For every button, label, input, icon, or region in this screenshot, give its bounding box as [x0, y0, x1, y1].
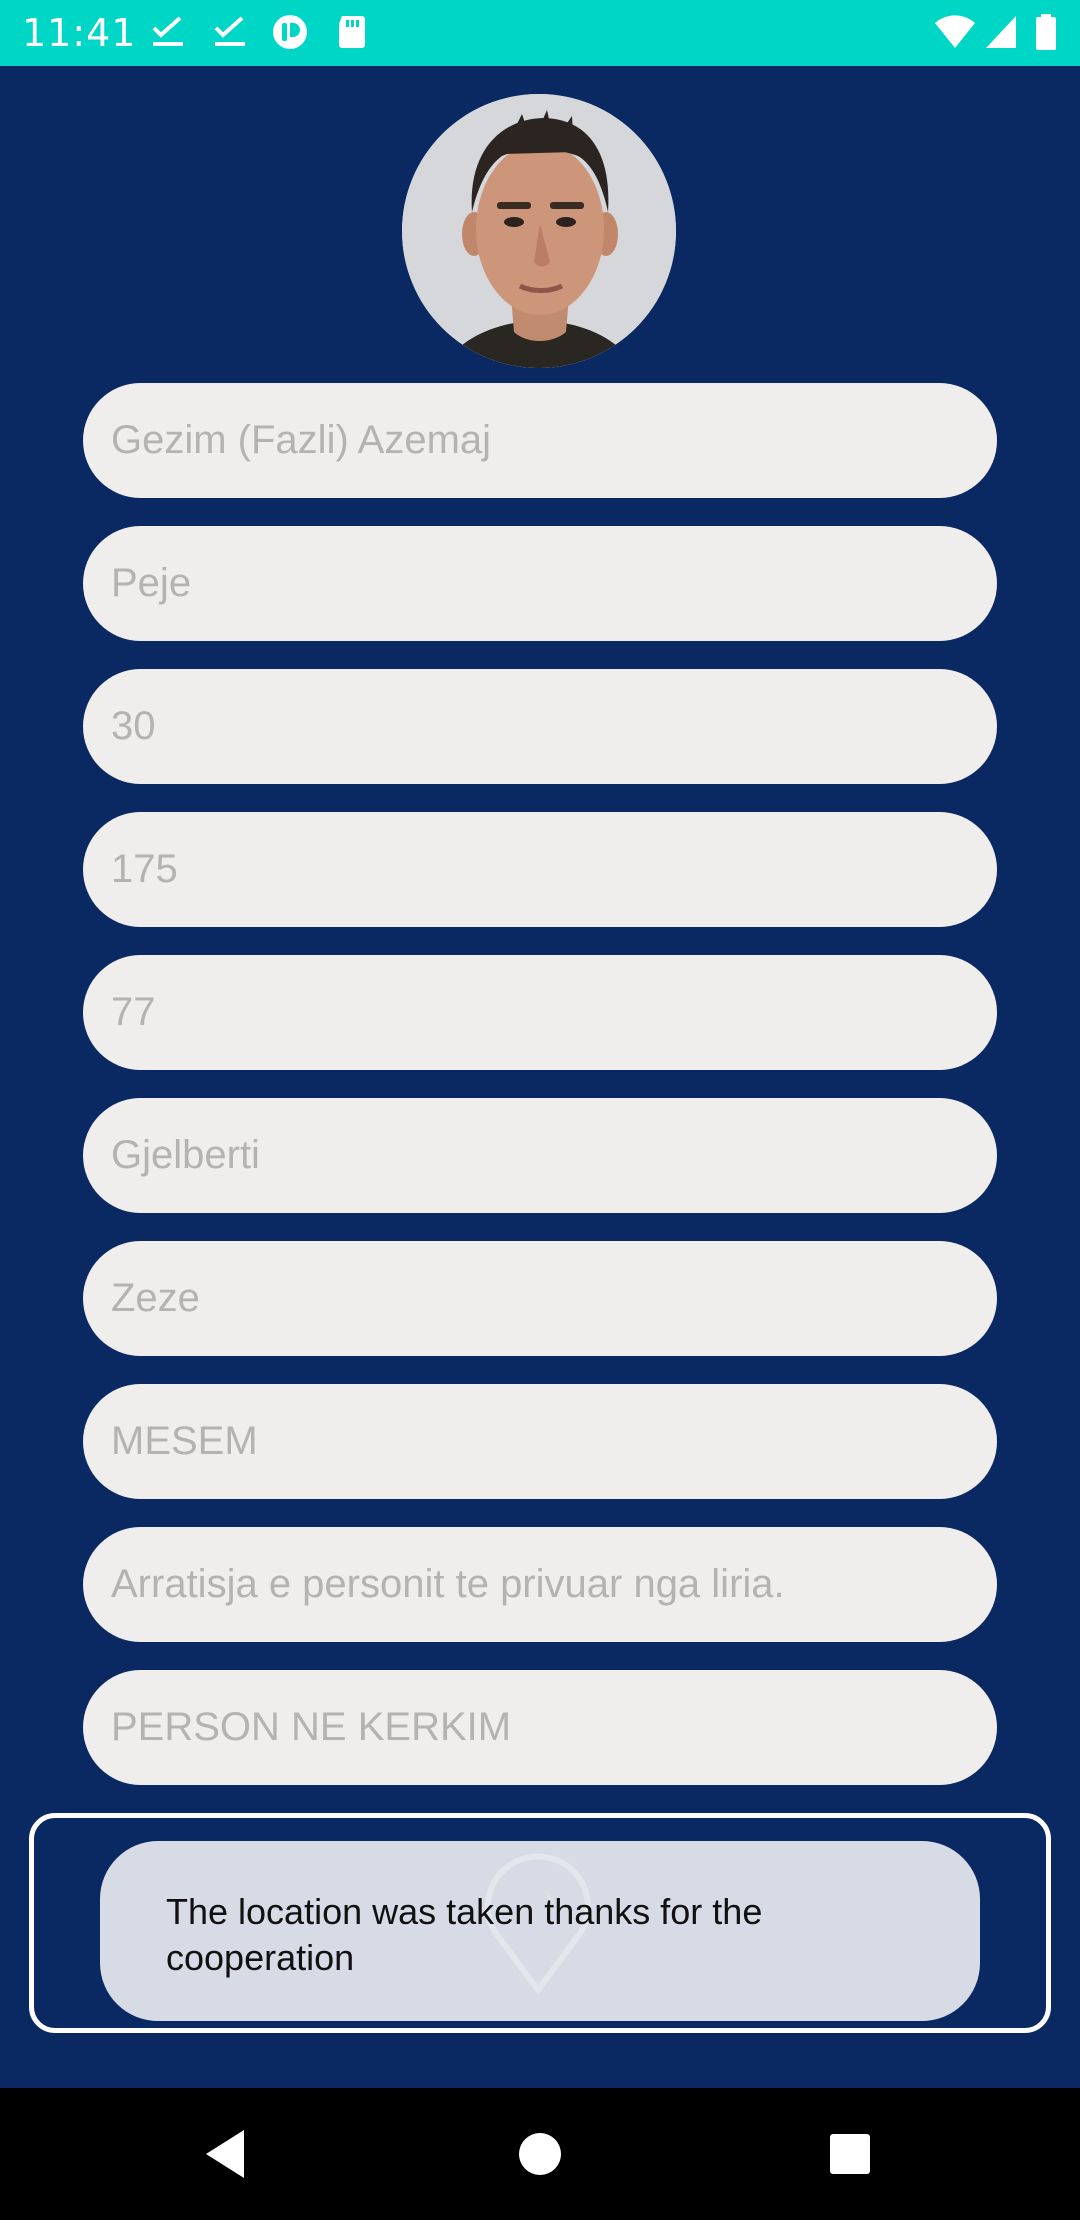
sd-card-icon — [334, 14, 370, 50]
cellular-signal-icon — [984, 14, 1018, 50]
battery-icon — [1034, 14, 1058, 50]
eye-color-field[interactable]: Gjelberti — [83, 1098, 997, 1213]
age-field[interactable]: 30 — [83, 669, 997, 784]
build-field[interactable]: MESEM — [83, 1384, 997, 1499]
navigation-bar — [0, 2088, 1080, 2220]
weight-field[interactable]: 77 — [83, 955, 997, 1070]
city-field[interactable]: Peje — [83, 526, 997, 641]
status-time: 11:41 — [22, 11, 137, 55]
reason-field[interactable]: Arratisja e personit te privuar nga liri… — [83, 1527, 997, 1642]
person-photo-icon — [402, 94, 676, 368]
pocket-icon — [272, 14, 308, 50]
home-circle-icon[interactable] — [510, 2124, 570, 2184]
toast-message: The location was taken thanks for the co… — [100, 1841, 980, 2021]
check-icon — [212, 14, 248, 50]
height-field[interactable]: 175 — [83, 812, 997, 927]
wifi-icon — [934, 14, 976, 50]
back-triangle-icon[interactable] — [198, 2124, 258, 2184]
recents-square-icon[interactable] — [820, 2124, 880, 2184]
hair-color-field[interactable]: Zeze — [83, 1241, 997, 1356]
check-icon — [150, 14, 186, 50]
status-bar: 11:41 — [0, 0, 1080, 66]
avatar[interactable] — [402, 94, 676, 368]
name-field[interactable]: Gezim (Fazli) Azemaj — [83, 383, 997, 498]
status-field[interactable]: PERSON NE KERKIM — [83, 1670, 997, 1785]
